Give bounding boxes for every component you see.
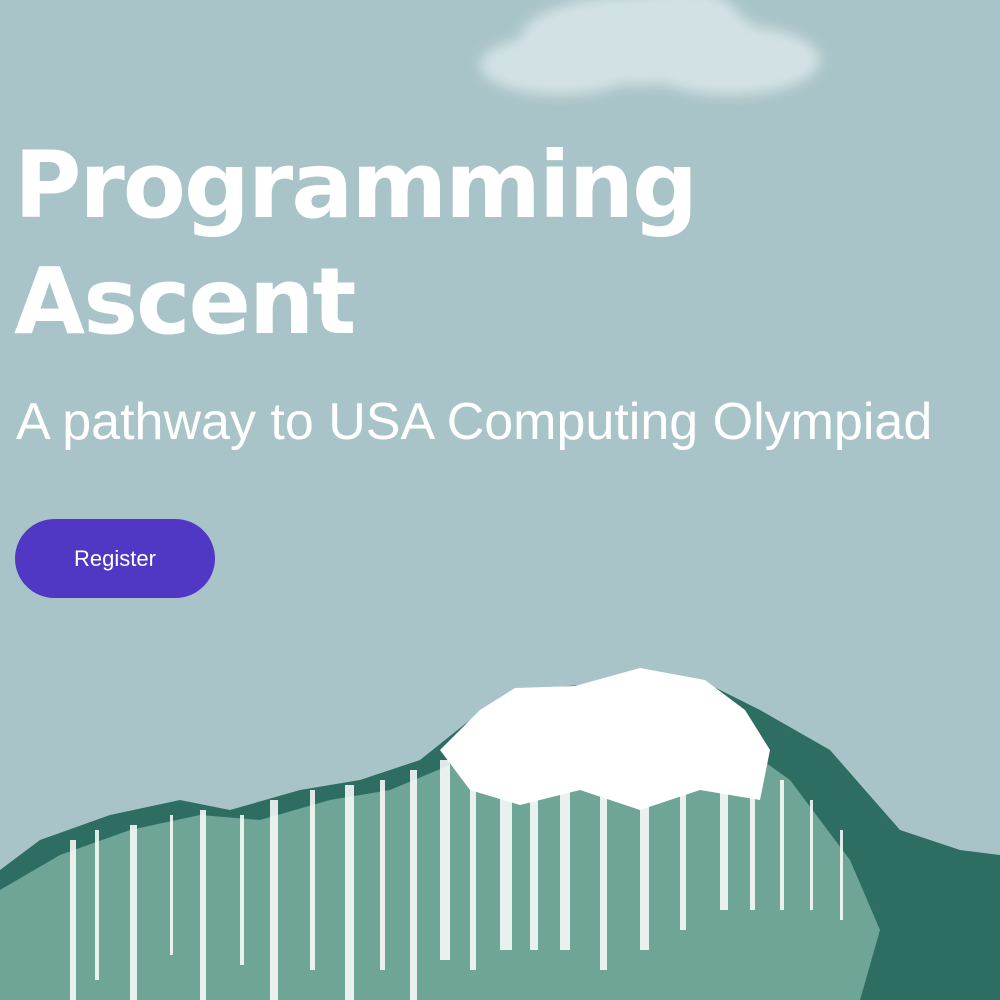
register-button[interactable]: Register xyxy=(15,519,215,598)
title-line-1: Programming xyxy=(14,132,698,239)
page-title: Programming Ascent xyxy=(14,128,698,360)
hero-section: Programming Ascent A pathway to USA Comp… xyxy=(0,0,1000,1000)
snowy-mountain-illustration xyxy=(0,668,1000,1000)
cloud-illustration xyxy=(480,0,820,95)
hero-subtitle: A pathway to USA Computing Olympiad xyxy=(16,393,933,451)
title-line-2: Ascent xyxy=(14,248,356,355)
